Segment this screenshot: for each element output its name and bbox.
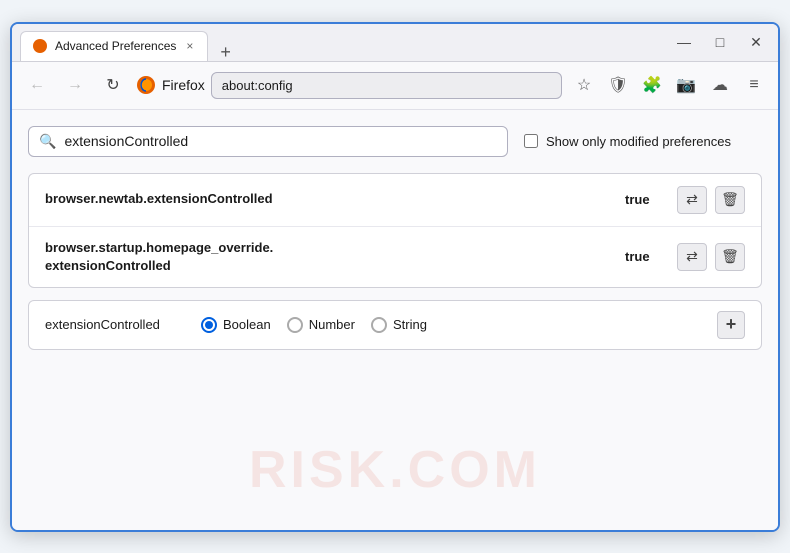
firefox-label: Firefox [162,77,205,93]
search-box: 🔍 [28,126,508,157]
toggle-button-1[interactable]: ⇄ [677,186,707,214]
new-pref-name: extensionControlled [45,317,185,332]
tab-area: Advanced Preferences × + [20,24,670,61]
show-modified-checkbox[interactable] [524,134,538,148]
search-row: 🔍 Show only modified preferences [28,126,762,157]
window-controls: — □ ✕ [670,28,770,56]
show-modified-checkbox-row[interactable]: Show only modified preferences [524,134,731,149]
radio-number-label: Number [309,317,355,332]
content-area: 🔍 Show only modified preferences browser… [12,110,778,530]
menu-icon[interactable]: ≡ [740,71,768,99]
active-tab[interactable]: Advanced Preferences × [20,31,208,61]
radio-string-label: String [393,317,427,332]
radio-group: Boolean Number String [201,317,701,333]
table-row: browser.startup.homepage_override.extens… [29,227,761,287]
pref-name-2: browser.startup.homepage_override.extens… [45,239,613,275]
delete-button-1[interactable]: 🗑 [715,186,745,214]
refresh-button[interactable]: ↻ [98,70,128,100]
radio-boolean-circle [201,317,217,333]
show-modified-label: Show only modified preferences [546,134,731,149]
search-icon: 🔍 [39,133,56,150]
new-tab-button[interactable]: + [214,43,237,61]
radio-boolean[interactable]: Boolean [201,317,271,333]
picture-icon[interactable]: 📷 [672,71,700,99]
pref-actions-2: ⇄ 🗑 [677,243,745,271]
bookmark-icon[interactable]: ☆ [570,71,598,99]
toggle-button-2[interactable]: ⇄ [677,243,707,271]
radio-string-circle [371,317,387,333]
firefox-logo-icon [136,75,156,95]
pref-value-2: true [625,249,665,264]
add-preference-row: extensionControlled Boolean Number Strin… [28,300,762,350]
close-button[interactable]: ✕ [742,28,770,56]
table-row: browser.newtab.extensionControlled true … [29,174,761,227]
forward-button[interactable]: → [60,70,90,100]
title-bar: Advanced Preferences × + — □ ✕ [12,24,778,62]
add-plus-button[interactable]: + [717,311,745,339]
preferences-table: browser.newtab.extensionControlled true … [28,173,762,288]
navigation-bar: ← → ↻ Firefox ☆ 🛡 🧩 [12,62,778,110]
nav-icons: ☆ 🛡 🧩 📷 ☁ ≡ [570,71,768,99]
radio-number-circle [287,317,303,333]
watermark: RISK.COM [249,440,541,500]
radio-string[interactable]: String [371,317,427,333]
pref-value-1: true [625,192,665,207]
pref-name-1: browser.newtab.extensionControlled [45,190,613,208]
tab-favicon [33,39,47,53]
search-input[interactable] [64,133,497,149]
pref-actions-1: ⇄ 🗑 [677,186,745,214]
tab-close-button[interactable]: × [184,39,195,53]
browser-window: Advanced Preferences × + — □ ✕ ← → ↻ [10,22,780,532]
minimize-button[interactable]: — [670,28,698,56]
account-icon[interactable]: ☁ [706,71,734,99]
shield-icon[interactable]: 🛡 [604,71,632,99]
tab-title: Advanced Preferences [55,39,176,53]
radio-number[interactable]: Number [287,317,355,333]
maximize-button[interactable]: □ [706,28,734,56]
extension-icon[interactable]: 🧩 [638,71,666,99]
back-button[interactable]: ← [22,70,52,100]
address-bar-area: Firefox [136,72,562,99]
address-bar-input[interactable] [211,72,562,99]
delete-button-2[interactable]: 🗑 [715,243,745,271]
radio-boolean-label: Boolean [223,317,271,332]
